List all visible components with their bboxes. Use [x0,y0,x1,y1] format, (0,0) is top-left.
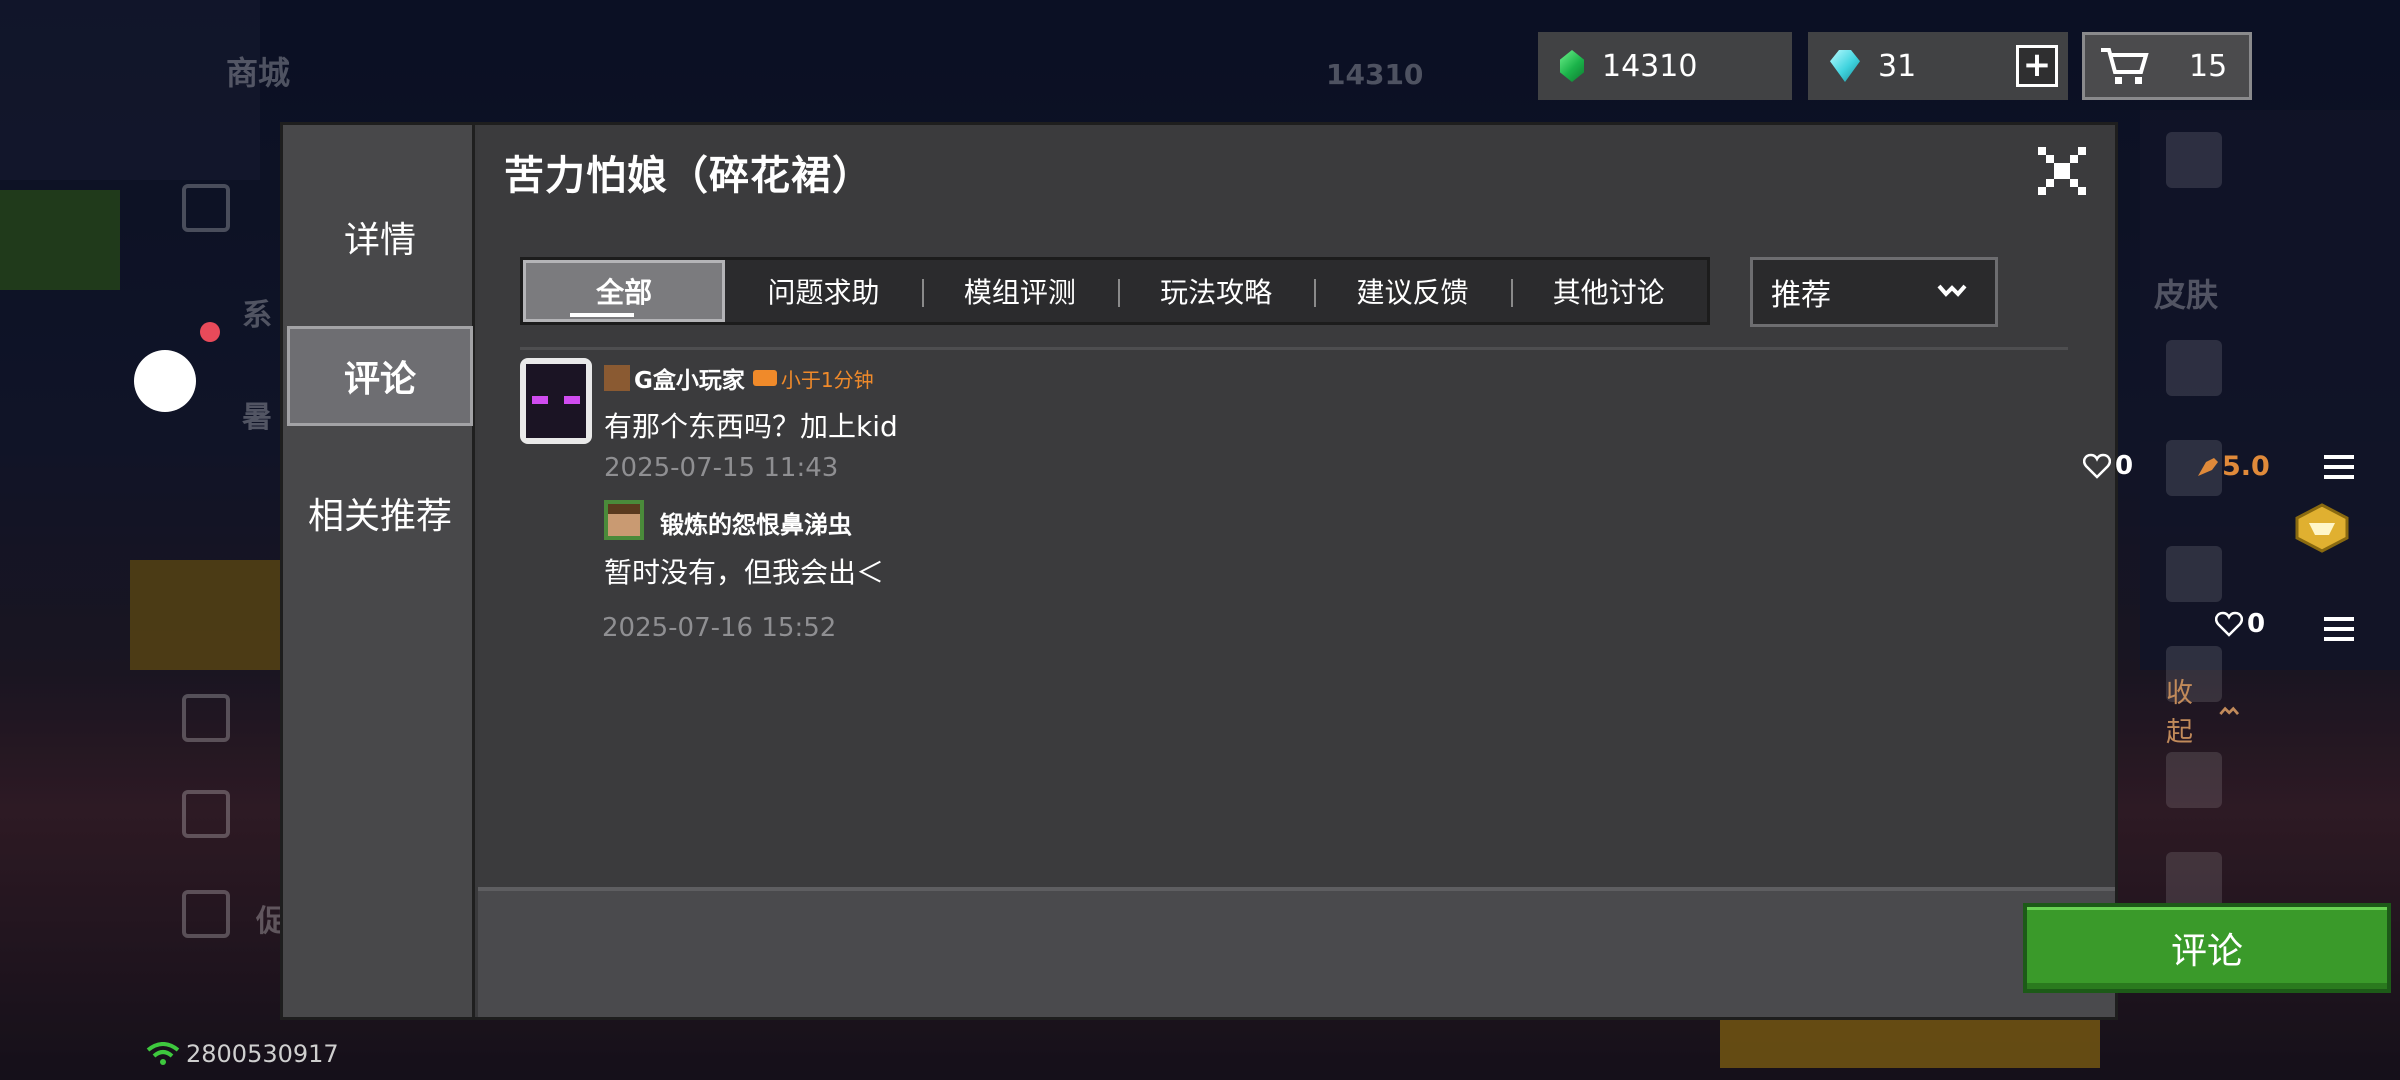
comment-date: 2025-07-15 11:43 [604,453,839,483]
reply-like-count: 0 [2247,609,2266,639]
add-diamond-button[interactable]: + [2016,45,2058,87]
diamond-balance: 31 + [1808,32,2068,100]
heart-icon [2215,611,2243,637]
reply-date: 2025-07-16 15:52 [602,613,837,643]
rating-icon [2198,457,2218,476]
notification-dot [200,322,220,342]
avatar[interactable] [520,358,592,444]
armor-icon [2166,132,2222,188]
comment-dialog: 详情 评论 相关推荐 苦力怕娘（碎花裙） 全部 问题求助 模组评测 玩法攻略 建… [280,122,2391,1020]
tab-other[interactable]: 其他讨论 [1510,260,1707,322]
tab-feedback[interactable]: 建议反馈 [1314,260,1510,322]
pet-icon [2166,852,2222,908]
comment-text: 有那个东西吗？加上kid [604,410,898,443]
user-badge-icon [604,365,630,391]
reply-like-button[interactable]: 0 [2215,609,2265,639]
collapse-label: 收起 [2166,678,2193,748]
author-badge-icon [2295,503,2349,553]
skin-category-label: 皮肤 [2154,276,2219,314]
dialog-sidebar: 详情 评论 相关推荐 [283,125,475,1017]
collapse-replies-button[interactable]: 收起 [2166,671,2239,749]
time-flag-text: 小于1分钟 [780,367,874,392]
reply-avatar[interactable] [604,500,644,540]
sidebar-item-comments[interactable]: 评论 [287,326,473,426]
rail-icon [182,694,230,742]
rail-icon [182,790,230,838]
tab-all[interactable]: 全部 [523,260,726,322]
footprint-icon [2166,546,2222,602]
cart-icon [2101,48,2149,84]
rail-label: 暑 [242,400,272,435]
sidebar-item-details[interactable]: 详情 [287,187,473,287]
comment-time-flag: 小于1分钟 [752,364,874,393]
tab-mod-review[interactable]: 模组评测 [921,260,1118,322]
comment-menu-icon[interactable] [2324,455,2354,479]
reply-menu-icon[interactable] [2324,617,2354,641]
shop-balance: 14310 [1326,58,1424,91]
heart-icon [2083,453,2111,479]
cart-count: 15 [2189,48,2228,84]
post-comment-button[interactable]: 评论 [2023,903,2391,993]
shop-label: 商城 [226,54,291,92]
sword-icon [2166,340,2222,396]
horse-icon [2166,752,2222,808]
emerald-balance[interactable]: 14310 [1538,32,1792,100]
wifi-icon [146,1042,180,1065]
page-title: 苦力怕娘（碎花裙） [504,153,873,199]
gamepad-icon [182,890,230,938]
comment-rating: 5.0 [2194,451,2270,482]
network-id: 2800530917 [186,1040,339,1068]
emerald-icon [1560,50,1584,82]
cart-button[interactable]: 15 [2082,32,2252,100]
divider [520,347,2068,350]
reply-text: 暂时没有，但我会出＜ [604,556,885,589]
enderman-avatar-icon [526,364,586,438]
tab-help[interactable]: 问题求助 [725,260,921,322]
sidebar-item-related[interactable]: 相关推荐 [287,463,473,563]
tab-guides[interactable]: 玩法攻略 [1117,260,1314,322]
network-status: 2800530917 [146,1040,339,1068]
star-icon [182,184,230,232]
comment-header: G盒小玩家 小于1分钟 [604,361,874,395]
sort-value: 推荐 [1771,278,1831,313]
avatar-eye [532,396,548,404]
chevron-up-icon [2218,706,2239,715]
dialog-content: 苦力怕娘（碎花裙） 全部 问题求助 模组评测 玩法攻略 建议反馈 其他讨论 推荐 [478,125,2354,1017]
diamond-amount: 31 [1878,48,1917,84]
comment-username[interactable]: G盒小玩家 [634,361,745,395]
rail-label: 系 [242,298,272,333]
diamond-icon [1830,50,1860,82]
rating-value: 5.0 [2222,451,2270,482]
emerald-amount: 14310 [1602,48,1698,84]
steve-avatar-icon [608,504,640,536]
dialog-footer [478,887,2115,1017]
reply-username[interactable]: 锻炼的怨恨鼻涕虫 [660,505,852,540]
gamepad-icon [752,370,777,386]
avatar-eye [564,396,580,404]
sort-dropdown[interactable]: 推荐 [1750,257,1998,327]
comment-like-button[interactable]: 0 [2083,451,2133,481]
chevron-down-icon [1937,284,1967,297]
category-tabs: 全部 问题求助 模组评测 玩法攻略 建议反馈 其他讨论 [520,257,1710,325]
comment-like-count: 0 [2115,451,2134,481]
floating-assistant-ball[interactable] [134,350,196,412]
close-icon[interactable] [2038,147,2086,195]
